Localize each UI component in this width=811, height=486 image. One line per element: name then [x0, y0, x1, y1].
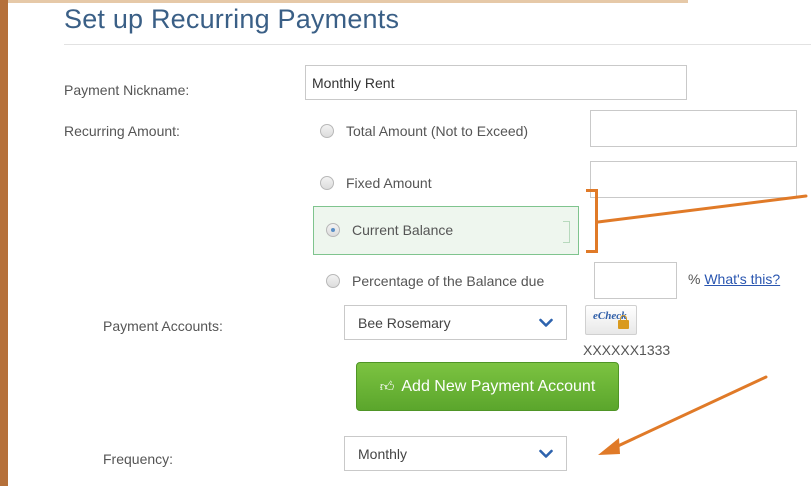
- annotation-line: [596, 194, 808, 224]
- payment-accounts-label: Payment Accounts:: [103, 318, 223, 334]
- top-border-line: [8, 0, 688, 3]
- annotation-arrow-line: [603, 375, 768, 454]
- annotation-arrowhead-icon: [598, 438, 620, 455]
- percent-sign: %: [688, 271, 701, 287]
- whats-this-link[interactable]: What's this?: [704, 271, 780, 287]
- annotation-bracket: [586, 189, 598, 253]
- option-current-balance-label: Current Balance: [352, 222, 454, 238]
- thumbs-up-icon: 👍︎: [379, 378, 395, 394]
- nickname-input[interactable]: [305, 65, 687, 100]
- frequency-label: Frequency:: [103, 451, 174, 467]
- lock-icon: [618, 315, 629, 329]
- radio-button-icon[interactable]: [326, 274, 340, 288]
- total-amount-input[interactable]: [590, 110, 797, 147]
- echeck-logo-icon: eCheck: [585, 305, 637, 335]
- left-edge-strip: [0, 0, 8, 486]
- payment-account-selected: Bee Rosemary: [358, 314, 451, 331]
- option-fixed-amount[interactable]: Fixed Amount: [320, 175, 432, 191]
- frequency-select[interactable]: Monthly: [344, 436, 567, 471]
- option-total-amount[interactable]: Total Amount (Not to Exceed): [320, 123, 528, 139]
- percentage-input[interactable]: [594, 262, 677, 299]
- option-current-balance[interactable]: Current Balance: [326, 222, 453, 238]
- option-total-amount-label: Total Amount (Not to Exceed): [346, 123, 529, 139]
- add-payment-account-label: Add New Payment Account: [401, 377, 596, 395]
- title-divider: [64, 44, 811, 45]
- nickname-label: Payment Nickname:: [64, 82, 190, 98]
- account-number: XXXXXX1333: [583, 342, 671, 358]
- radio-button-icon[interactable]: [320, 176, 334, 190]
- option-percentage-balance[interactable]: Percentage of the Balance due: [326, 273, 544, 289]
- option-fixed-amount-label: Fixed Amount: [346, 175, 432, 191]
- fixed-amount-input[interactable]: [590, 161, 797, 198]
- highlight-inner-bracket: [563, 221, 570, 243]
- percentage-help: % What's this?: [688, 271, 780, 287]
- chevron-down-icon: [539, 449, 553, 458]
- recurring-amount-label: Recurring Amount:: [64, 123, 180, 139]
- add-payment-account-button[interactable]: 👍︎ Add New Payment Account: [356, 362, 619, 411]
- payment-account-select[interactable]: Bee Rosemary: [344, 305, 567, 340]
- chevron-down-icon: [539, 318, 553, 327]
- radio-button-icon[interactable]: [320, 124, 334, 138]
- frequency-selected: Monthly: [358, 445, 408, 462]
- page-title: Set up Recurring Payments: [64, 4, 400, 34]
- option-percentage-balance-label: Percentage of the Balance due: [352, 273, 545, 289]
- radio-button-icon[interactable]: [326, 223, 340, 237]
